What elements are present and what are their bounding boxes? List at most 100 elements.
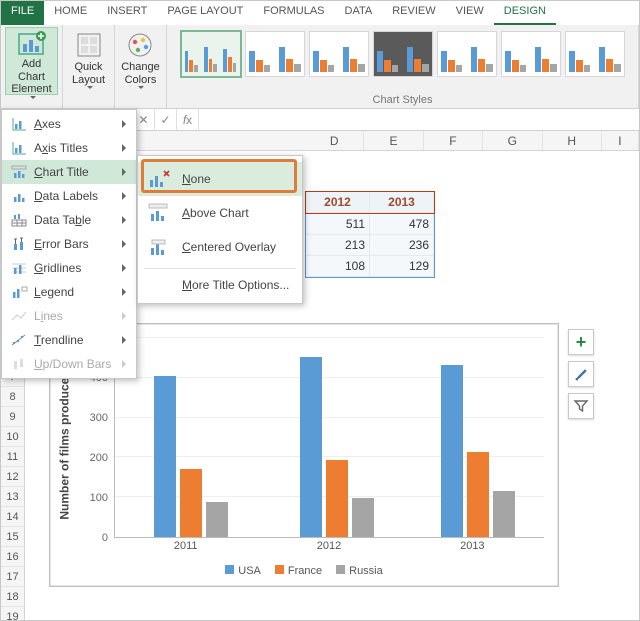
- add-chart-element-button[interactable]: Add Chart Element: [5, 27, 58, 95]
- menu-legend[interactable]: Legend: [2, 280, 136, 304]
- row-11[interactable]: 11: [1, 447, 25, 467]
- chart-style-1[interactable]: [181, 31, 241, 77]
- submenu-more-title-options[interactable]: More Title Options...: [138, 273, 302, 297]
- tab-file[interactable]: FILE: [1, 1, 44, 25]
- col-e[interactable]: E: [364, 131, 423, 150]
- cell-e1[interactable]: 2013: [370, 192, 434, 213]
- add-chart-element-menu: Axes Axis Titles Chart Title Data Labels…: [1, 109, 137, 379]
- menu-up-down-bars: Up/Down Bars: [2, 352, 136, 376]
- ribbon: Add Chart Element Quick Layout Change Co…: [1, 25, 639, 109]
- row-16[interactable]: 16: [1, 547, 25, 567]
- axes-icon: [8, 115, 30, 133]
- cell-e2[interactable]: 478: [370, 214, 434, 235]
- chart-elements-button[interactable]: +: [568, 329, 594, 355]
- excel-window: FILE HOME INSERT PAGE LAYOUT FORMULAS DA…: [0, 0, 640, 621]
- menu-gridlines[interactable]: Gridlines: [2, 256, 136, 280]
- tab-review[interactable]: REVIEW: [382, 1, 445, 25]
- row-18[interactable]: 18: [1, 587, 25, 607]
- chart-styles-button[interactable]: [568, 361, 594, 387]
- chart-legend[interactable]: USA France Russia: [50, 562, 558, 580]
- col-h[interactable]: H: [543, 131, 602, 150]
- y-axis-title[interactable]: Number of films produced: [56, 354, 74, 536]
- quick-layout-button[interactable]: Quick Layout: [70, 27, 107, 95]
- axis-titles-icon: [8, 139, 30, 157]
- row-10[interactable]: 10: [1, 427, 25, 447]
- chart-title-submenu: None Above Chart Centered Overlay More T…: [137, 155, 303, 304]
- error-bars-icon: [8, 235, 30, 253]
- chart-style-gallery[interactable]: [177, 27, 629, 81]
- cell-d3[interactable]: 213: [306, 235, 370, 256]
- menu-lines: Lines: [2, 304, 136, 328]
- data-labels-icon: [8, 187, 30, 205]
- col-g[interactable]: G: [483, 131, 542, 150]
- bar-group-2012[interactable]: [287, 357, 387, 537]
- chart-styles-group-label: Chart Styles: [167, 94, 638, 106]
- change-colors-icon: [124, 29, 156, 61]
- lines-icon: [8, 307, 30, 325]
- cell-e4[interactable]: 129: [370, 256, 434, 277]
- brush-icon: [573, 366, 589, 382]
- chart-style-6[interactable]: [501, 31, 561, 77]
- funnel-icon: [573, 398, 589, 414]
- chart-style-5[interactable]: [437, 31, 497, 77]
- up-down-bars-icon: [8, 355, 30, 373]
- chart-style-4[interactable]: [373, 31, 433, 77]
- change-colors-label: Change Colors: [121, 61, 160, 86]
- tab-design[interactable]: DESIGN: [494, 1, 556, 25]
- menu-data-table[interactable]: Data Table: [2, 208, 136, 232]
- x-axis-labels: 2011 2012 2013: [114, 540, 544, 556]
- tab-data[interactable]: DATA: [335, 1, 383, 25]
- menu-chart-title[interactable]: Chart Title: [2, 160, 136, 184]
- fx-icon[interactable]: fx: [177, 109, 199, 130]
- gridlines-icon: [8, 259, 30, 277]
- cell-d2[interactable]: 511: [306, 214, 370, 235]
- row-19[interactable]: 19: [1, 607, 25, 621]
- chart-style-7[interactable]: [565, 31, 625, 77]
- row-17[interactable]: 17: [1, 567, 25, 587]
- none-icon: [144, 166, 174, 192]
- chart-title-icon: [8, 163, 30, 181]
- submenu-centered-overlay[interactable]: Centered Overlay: [138, 230, 302, 264]
- data-table-icon: [8, 211, 30, 229]
- change-colors-button[interactable]: Change Colors: [119, 27, 162, 95]
- legend-icon: [8, 283, 30, 301]
- add-chart-element-label: Add Chart Element: [8, 58, 55, 96]
- enter-icon[interactable]: ✓: [155, 109, 177, 130]
- menu-axes[interactable]: Axes: [2, 112, 136, 136]
- row-8[interactable]: 8: [1, 387, 25, 407]
- tab-formulas[interactable]: FORMULAS: [253, 1, 334, 25]
- tab-page-layout[interactable]: PAGE LAYOUT: [157, 1, 253, 25]
- tab-insert[interactable]: INSERT: [97, 1, 157, 25]
- col-f[interactable]: F: [424, 131, 483, 150]
- row-14[interactable]: 14: [1, 507, 25, 527]
- cell-e3[interactable]: 236: [370, 235, 434, 256]
- row-12[interactable]: 12: [1, 467, 25, 487]
- cell-d4[interactable]: 108: [306, 256, 370, 277]
- row-9[interactable]: 9: [1, 407, 25, 427]
- plot-area[interactable]: [114, 338, 544, 538]
- menu-error-bars[interactable]: Error Bars: [2, 232, 136, 256]
- above-chart-icon: [144, 200, 174, 226]
- bar-group-2013[interactable]: [428, 365, 528, 537]
- col-d[interactable]: D: [305, 131, 364, 150]
- cell-d1[interactable]: 2012: [306, 192, 370, 213]
- bar-group-2011[interactable]: [141, 376, 241, 537]
- row-13[interactable]: 13: [1, 487, 25, 507]
- menu-data-labels[interactable]: Data Labels: [2, 184, 136, 208]
- tab-home[interactable]: HOME: [44, 1, 97, 25]
- quick-layout-icon: [73, 29, 105, 61]
- ribbon-tabs: FILE HOME INSERT PAGE LAYOUT FORMULAS DA…: [1, 1, 639, 25]
- submenu-above-chart[interactable]: Above Chart: [138, 196, 302, 230]
- add-chart-element-icon: [16, 30, 48, 58]
- tab-view[interactable]: VIEW: [446, 1, 494, 25]
- menu-trendline[interactable]: Trendline: [2, 328, 136, 352]
- quick-layout-label: Quick Layout: [72, 61, 105, 86]
- chart-style-3[interactable]: [309, 31, 369, 77]
- chart-style-2[interactable]: [245, 31, 305, 77]
- menu-axis-titles[interactable]: Axis Titles: [2, 136, 136, 160]
- col-i[interactable]: I: [602, 131, 639, 150]
- row-15[interactable]: 15: [1, 527, 25, 547]
- trendline-icon: [8, 331, 30, 349]
- chart-filters-button[interactable]: [568, 393, 594, 419]
- submenu-none[interactable]: None: [138, 162, 302, 196]
